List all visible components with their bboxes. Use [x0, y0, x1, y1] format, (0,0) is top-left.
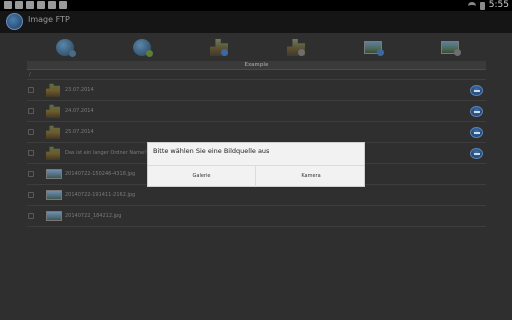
open-arrow-icon[interactable]: [470, 85, 483, 96]
open-arrow-icon[interactable]: [470, 127, 483, 138]
wifi-icon: [467, 2, 476, 9]
list-item[interactable]: 25.07.2014: [27, 122, 486, 143]
globe-refresh-icon[interactable]: [133, 39, 153, 57]
battery-icon: [479, 1, 485, 10]
row-checkbox[interactable]: [28, 213, 34, 219]
image-file-icon: [46, 169, 62, 179]
row-checkbox[interactable]: [28, 192, 34, 198]
folder-icon: [46, 125, 60, 139]
app-notification-icon: [15, 1, 23, 9]
row-checkbox[interactable]: [28, 171, 34, 177]
row-checkbox[interactable]: [28, 87, 34, 93]
gallery-button[interactable]: Galerie: [148, 166, 256, 187]
toolbar: [0, 33, 512, 61]
notification-icons: [4, 1, 67, 9]
row-checkbox[interactable]: [28, 129, 34, 135]
mail-icon: [37, 1, 45, 9]
folder-icon: [46, 104, 60, 118]
app-logo-icon[interactable]: [6, 13, 23, 30]
list-header: Example: [27, 61, 486, 70]
row-checkbox[interactable]: [28, 150, 34, 156]
usb-icon: [4, 1, 12, 9]
image-file-icon: [46, 190, 62, 200]
app-title: Image FTP: [28, 15, 70, 24]
delete-image-icon[interactable]: [441, 41, 461, 56]
folder-icon: [46, 83, 60, 97]
list-item[interactable]: 20140722_184212.jpg: [27, 206, 486, 227]
list-item-label: 20140722-150246-4318.jpg: [65, 171, 136, 177]
delete-folder-icon[interactable]: [287, 39, 305, 56]
download-icon: [48, 1, 56, 9]
list-item[interactable]: 24.07.2014: [27, 101, 486, 122]
list-item-label: 25.07.2014: [65, 129, 94, 135]
open-arrow-icon[interactable]: [470, 106, 483, 117]
clock: 5:55: [488, 0, 509, 10]
add-folder-icon[interactable]: [210, 39, 228, 56]
current-path: /: [27, 70, 486, 80]
row-checkbox[interactable]: [28, 108, 34, 114]
check-icon: [59, 1, 67, 9]
image-icon: [26, 1, 34, 9]
list-item-label: Das ist ein langer Ordner Name!!!: [65, 150, 151, 156]
list-item-label: 24.07.2014: [65, 108, 94, 114]
list-item-label: 20140722-191411-2162.jpg: [65, 192, 136, 198]
list-item-label: 23.07.2014: [65, 87, 94, 93]
globe-connect-icon[interactable]: [56, 39, 76, 57]
camera-button[interactable]: Kamera: [257, 166, 365, 187]
list-item[interactable]: 20140722-191411-2162.jpg: [27, 185, 486, 206]
open-arrow-icon[interactable]: [470, 148, 483, 159]
status-bar: 5:55: [0, 0, 512, 11]
image-source-dialog: Bitte wählen Sie eine Bildquelle aus Gal…: [147, 142, 365, 187]
list-item[interactable]: 23.07.2014: [27, 80, 486, 101]
folder-icon: [46, 146, 60, 160]
action-bar: Image FTP: [0, 11, 512, 33]
dialog-title: Bitte wählen Sie eine Bildquelle aus: [153, 147, 270, 155]
image-file-icon: [46, 211, 62, 221]
add-image-icon[interactable]: [364, 41, 384, 56]
list-item-label: 20140722_184212.jpg: [65, 213, 122, 219]
